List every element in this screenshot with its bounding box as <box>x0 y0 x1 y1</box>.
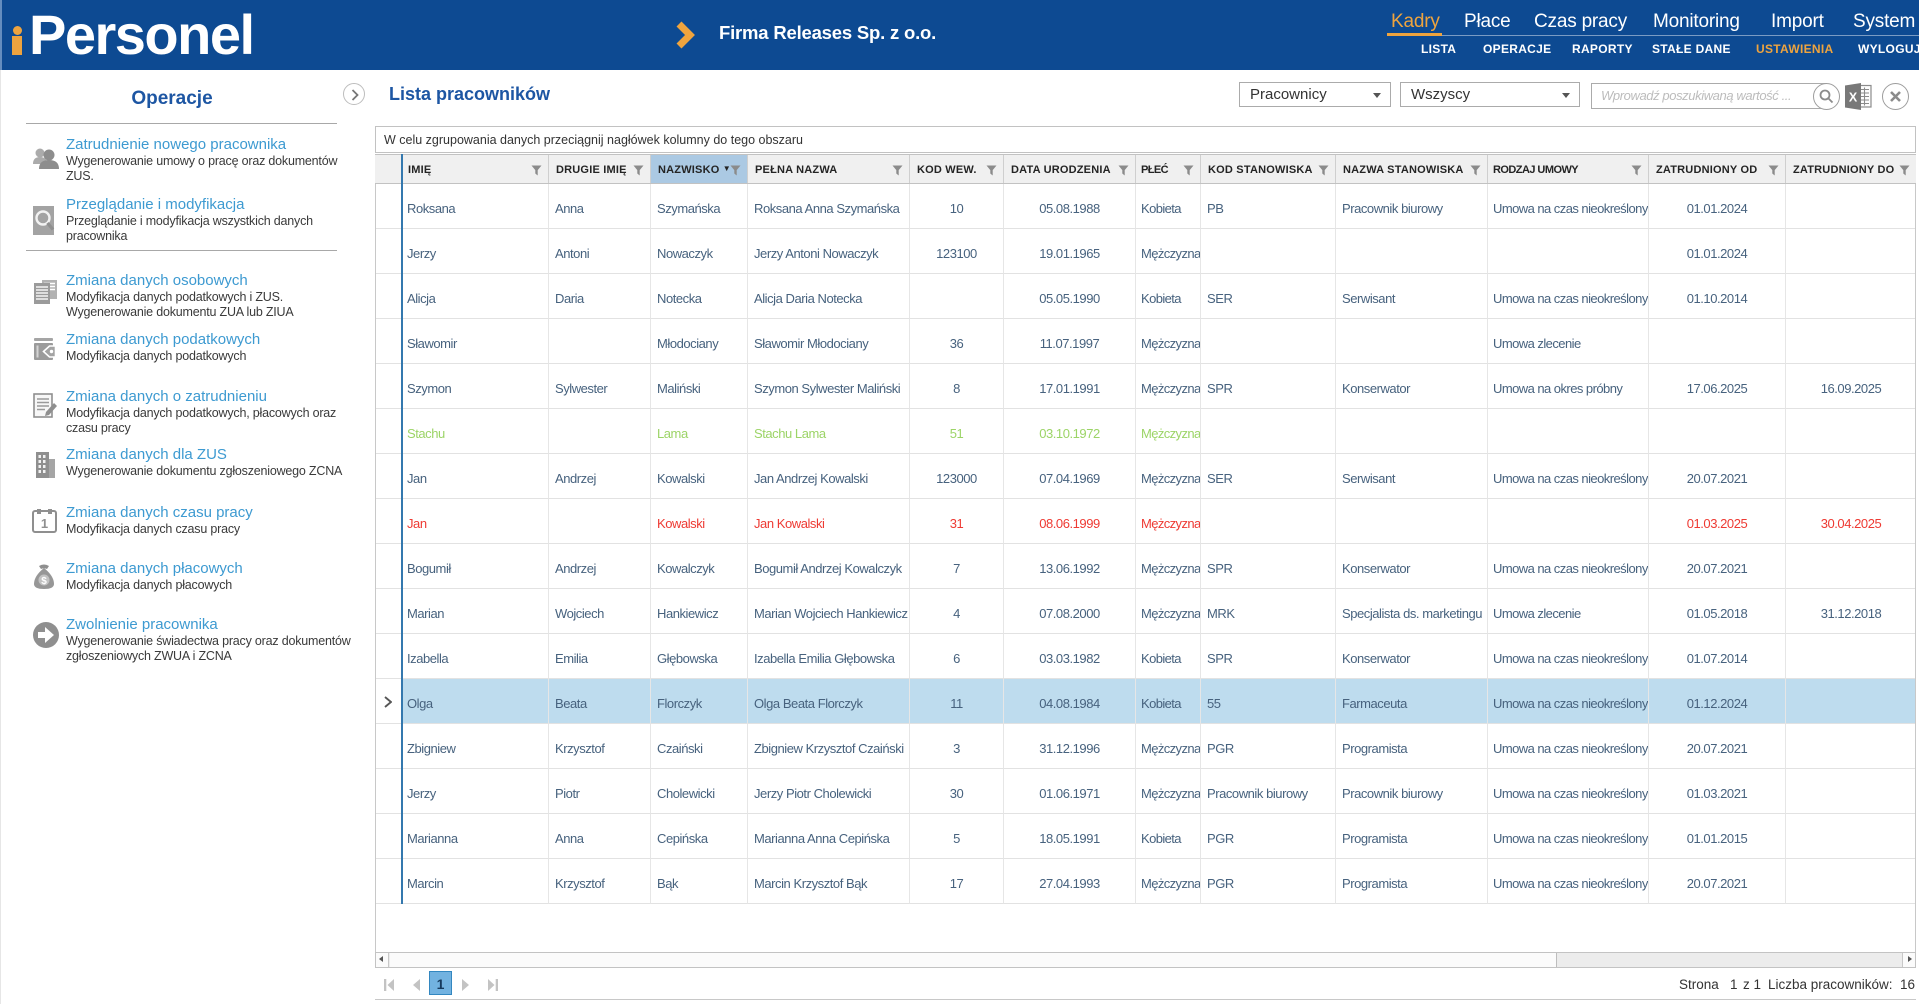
svg-text:1: 1 <box>41 516 48 531</box>
svg-text:$: $ <box>41 576 47 587</box>
svg-text:X: X <box>1849 91 1858 105</box>
